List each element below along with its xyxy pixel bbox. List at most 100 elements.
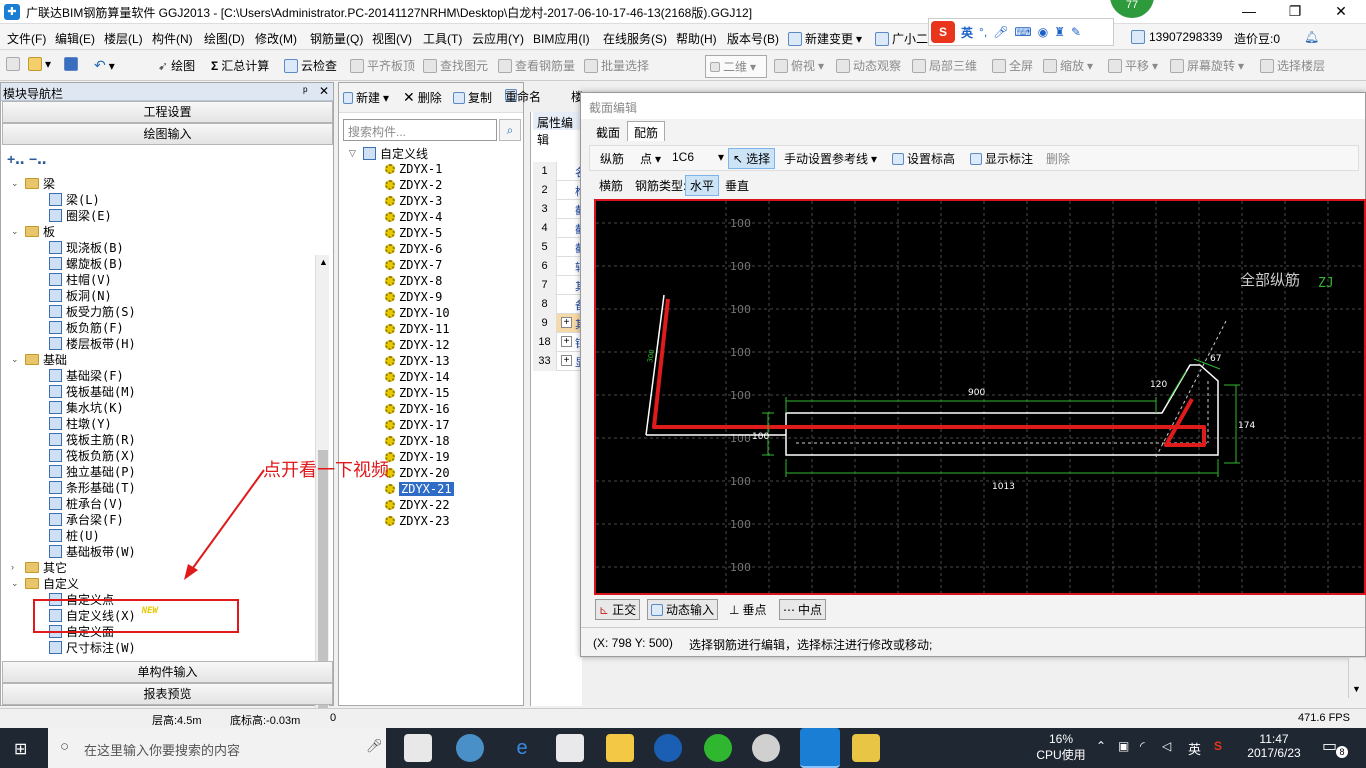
wrench-icon[interactable]: ✎: [1071, 25, 1081, 39]
find-element-button[interactable]: 查找图元: [423, 57, 488, 74]
user-icon[interactable]: ◉: [1038, 25, 1048, 39]
tree-item[interactable]: 螺旋板(B): [49, 255, 124, 271]
show-label-button[interactable]: 显示标注: [970, 150, 1033, 167]
windows-start-icon[interactable]: ⊞: [14, 739, 27, 759]
tree-item[interactable]: 柱墩(Y): [49, 415, 112, 431]
tree-item[interactable]: 桩(U): [49, 527, 100, 543]
dim-900-label[interactable]: 900: [968, 388, 985, 398]
tab-rebar[interactable]: 配筋: [627, 121, 666, 141]
notification-icon[interactable]: 🔔︎: [1304, 30, 1319, 44]
property-row[interactable]: 6轴: [533, 257, 586, 276]
undo-icon[interactable]: ↶ ▾: [94, 57, 115, 74]
component-list-item[interactable]: ZDYX-13: [385, 353, 450, 369]
taskbar-app-g2-icon[interactable]: [752, 734, 780, 762]
menu-assistant[interactable]: 广小二: [875, 30, 928, 47]
tree-item[interactable]: 条形基础(T): [49, 479, 136, 495]
panel-close-icon[interactable]: ✕: [319, 84, 329, 98]
tree-item[interactable]: 板受力筋(S): [49, 303, 136, 319]
local-3d-button[interactable]: 局部三维: [912, 57, 977, 74]
property-row[interactable]: 8备: [533, 295, 586, 314]
pin-icon[interactable]: ᵖ: [303, 84, 308, 98]
taskbar-app-ggj-icon[interactable]: [800, 728, 840, 768]
tree-item[interactable]: 楼层板带(H): [49, 335, 136, 351]
menu-bim[interactable]: BIM应用(I): [533, 30, 590, 47]
zoom-button[interactable]: 缩放 ▾: [1043, 57, 1093, 74]
microphone-icon[interactable]: 🎤︎: [366, 738, 383, 754]
tree-item[interactable]: 现浇板(B): [49, 239, 124, 255]
menu-draw[interactable]: 绘图(D): [204, 30, 245, 47]
rename-button[interactable]: 重命名: [505, 88, 541, 105]
tree-item[interactable]: 筏板负筋(X): [49, 447, 136, 463]
tree-item[interactable]: 梁(L): [49, 191, 100, 207]
maximize-button[interactable]: ❐: [1272, 0, 1318, 24]
tree-category[interactable]: › 其它: [11, 559, 67, 575]
microphone-icon[interactable]: 🎤︎: [993, 25, 1008, 39]
summary-calc-button[interactable]: Σ 汇总计算: [211, 57, 269, 74]
open-file-icon[interactable]: ▾: [28, 57, 51, 71]
property-row[interactable]: 33+显: [533, 352, 586, 371]
user-badge-icon[interactable]: 77: [1110, 0, 1154, 18]
component-list-item[interactable]: ZDYX-23: [385, 513, 450, 529]
tree-item[interactable]: 尺寸标注(W): [49, 639, 136, 655]
component-list-item[interactable]: ZDYX-21: [385, 481, 454, 497]
midpoint-snap-button[interactable]: ⋯ 中点: [779, 599, 827, 620]
expand-plus-icon[interactable]: +: [561, 355, 572, 366]
tray-ime-icon[interactable]: S: [1214, 739, 1222, 753]
dim-120-label[interactable]: 120: [1150, 380, 1167, 390]
component-list-item[interactable]: ZDYX-6: [385, 241, 442, 257]
collapse-arrow-icon[interactable]: ⌄: [11, 578, 21, 589]
project-settings-button[interactable]: 工程设置: [2, 101, 333, 123]
menu-online[interactable]: 在线服务(S): [603, 30, 667, 47]
manual-ref-line-button[interactable]: 手动设置参考线 ▾: [784, 150, 877, 167]
tree-item[interactable]: 圈梁(E): [49, 207, 112, 223]
dynamic-input-button[interactable]: 动态输入: [647, 599, 719, 620]
menu-file[interactable]: 文件(F): [7, 30, 46, 47]
property-row[interactable]: 9+其: [533, 314, 586, 333]
collapse-arrow-icon[interactable]: ▽: [349, 148, 359, 159]
delete-component-button[interactable]: ✕ 删除: [403, 89, 442, 106]
taskbar-app-store-icon[interactable]: [556, 734, 584, 762]
delete-rebar-button[interactable]: 删除: [1046, 150, 1070, 167]
component-list-item[interactable]: ZDYX-5: [385, 225, 442, 241]
copy-component-button[interactable]: 复制: [453, 89, 492, 106]
set-elevation-button[interactable]: 设置标高: [892, 150, 955, 167]
property-row[interactable]: 7其: [533, 276, 586, 295]
ime-lang[interactable]: 英: [961, 24, 973, 41]
component-list-item[interactable]: ZDYX-16: [385, 401, 450, 417]
view-rebar-button[interactable]: 查看钢筋量: [498, 57, 575, 74]
tab-section[interactable]: 截面: [589, 121, 627, 141]
user-phone[interactable]: 13907298339: [1131, 30, 1222, 44]
expand-arrow-icon[interactable]: ›: [11, 562, 21, 572]
taskbar-app-browser-icon[interactable]: [456, 734, 484, 762]
component-list-item[interactable]: ZDYX-19: [385, 449, 450, 465]
menu-floor[interactable]: 楼层(L): [104, 30, 143, 47]
select-tool-button[interactable]: ↖ 选择: [728, 148, 776, 169]
batch-select-button[interactable]: 批量选择: [584, 57, 649, 74]
tree-item[interactable]: 基础梁(F): [49, 367, 124, 383]
notification-center-icon[interactable]: ▭ 8: [1322, 736, 1348, 760]
collapse-arrow-icon[interactable]: ⌄: [11, 178, 21, 189]
property-row[interactable]: 5截: [533, 238, 586, 257]
perpendicular-snap-button[interactable]: ⊥ 垂点: [729, 601, 766, 618]
dimension-select[interactable]: 二维 ▾: [705, 55, 767, 78]
component-list-item[interactable]: ZDYX-12: [385, 337, 450, 353]
component-list-item[interactable]: ZDYX-18: [385, 433, 450, 449]
tree-item[interactable]: 基础板带(W): [49, 543, 136, 559]
component-list-item[interactable]: ZDYX-15: [385, 385, 450, 401]
top-view-button[interactable]: 俯视 ▾: [774, 57, 824, 74]
tray-lang[interactable]: 英: [1188, 739, 1201, 758]
dynamic-observe-button[interactable]: 动态观察: [836, 57, 901, 74]
tree-item[interactable]: 柱帽(V): [49, 271, 112, 287]
minimize-button[interactable]: —: [1226, 0, 1272, 24]
component-list-item[interactable]: ZDYX-14: [385, 369, 450, 385]
component-list-item[interactable]: ZDYX-10: [385, 305, 450, 321]
search-icon[interactable]: ⌕: [499, 119, 521, 141]
property-row[interactable]: 2构: [533, 181, 586, 200]
menu-cloud[interactable]: 云应用(Y): [472, 30, 524, 47]
rebar-canvas[interactable]: 100 100 100 100 100 100 100 100 100 900 …: [594, 199, 1366, 595]
single-component-input-button[interactable]: 单构件输入: [2, 661, 333, 683]
select-floor-button[interactable]: 选择楼层: [1260, 57, 1325, 74]
tray-chevron-icon[interactable]: ⌃: [1096, 739, 1106, 753]
menu-component[interactable]: 构件(N): [152, 30, 193, 47]
component-list-item[interactable]: ZDYX-7: [385, 257, 442, 273]
